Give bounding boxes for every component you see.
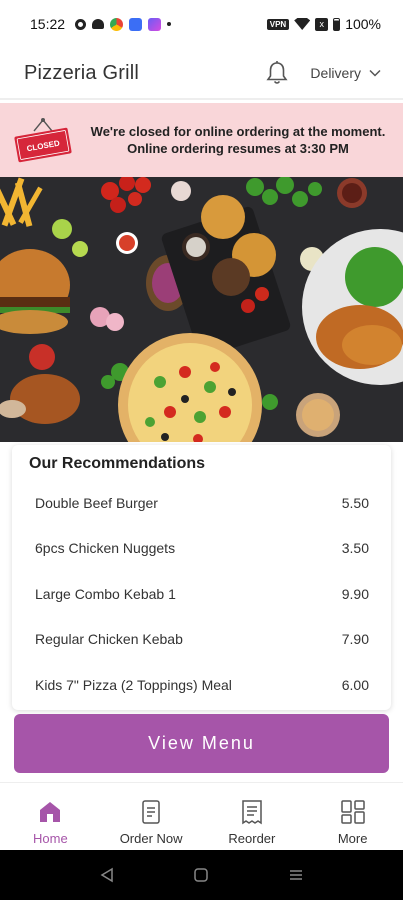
- battery-icon: [333, 17, 341, 31]
- list-item[interactable]: Regular Chicken Kebab 7.90: [12, 617, 391, 663]
- no-signal-icon: x: [315, 17, 329, 31]
- closed-message-line1: We're closed for online ordering at the …: [90, 124, 386, 139]
- list-item[interactable]: 6pcs Chicken Nuggets 3.50: [12, 526, 391, 572]
- closed-message-line2: Online ordering resumes at 3:30 PM: [127, 141, 349, 156]
- recommendations-title: Our Recommendations: [29, 455, 206, 472]
- closed-sign-icon: CLOSED: [14, 118, 72, 163]
- system-navigation-bar: [0, 850, 403, 900]
- list-item[interactable]: Kids 7" Pizza (2 Toppings) Meal 6.00: [12, 662, 391, 708]
- notification-icons: [75, 17, 172, 31]
- wifi-icon: [294, 18, 311, 30]
- back-icon[interactable]: [99, 867, 115, 883]
- recommendations-list: Double Beef Burger 5.50 6pcs Chicken Nug…: [12, 480, 391, 708]
- android-icon: [92, 19, 105, 29]
- bottom-navigation: Home Order Now Reorder More: [0, 782, 403, 850]
- delivery-mode-select[interactable]: Delivery: [310, 65, 381, 81]
- battery-level: 100%: [345, 16, 381, 32]
- nav-label-order-now: Order Now: [119, 831, 183, 846]
- chevron-down-icon: [369, 69, 381, 77]
- item-name: Kids 7" Pizza (2 Toppings) Meal: [35, 676, 232, 693]
- hero-food-image: [0, 177, 403, 442]
- nav-item-home[interactable]: Home: [0, 783, 101, 850]
- list-item[interactable]: Large Combo Kebab 1 9.90: [12, 571, 391, 617]
- recommendations-card: Our Recommendations Double Beef Burger 5…: [12, 445, 391, 710]
- item-price: 3.50: [341, 540, 369, 557]
- nav-item-reorder[interactable]: Reorder: [202, 783, 303, 850]
- home-icon: [40, 802, 61, 822]
- delivery-mode-label: Delivery: [310, 65, 361, 81]
- chrome-icon: [110, 17, 124, 31]
- nav-label-reorder: Reorder: [228, 831, 276, 846]
- item-price: 7.90: [341, 631, 369, 648]
- settings-icon: [75, 18, 87, 30]
- item-price: 5.50: [341, 494, 369, 511]
- closed-message: We're closed for online ordering at the …: [85, 123, 391, 157]
- system-status: VPN x 100%: [266, 16, 381, 32]
- grid-icon: [340, 800, 365, 824]
- nav-item-order-now[interactable]: Order Now: [101, 783, 202, 850]
- app-header: Pizzeria Grill Delivery: [0, 48, 403, 100]
- item-name: Regular Chicken Kebab: [35, 631, 183, 648]
- app-notification-icon: [129, 17, 143, 31]
- restaurant-name: Pizzeria Grill: [24, 61, 140, 84]
- more-notifications-icon: [167, 22, 172, 26]
- notification-bell-icon[interactable]: [264, 60, 290, 86]
- view-menu-button[interactable]: View Menu: [14, 714, 389, 773]
- vpn-icon: VPN: [266, 18, 290, 30]
- item-name: Double Beef Burger: [35, 494, 158, 511]
- nav-label-more: More: [337, 831, 368, 846]
- nav-label-home: Home: [33, 831, 68, 846]
- order-icon: [142, 800, 160, 824]
- home-button-icon[interactable]: [193, 867, 209, 883]
- messenger-icon: [148, 17, 162, 31]
- food-illustration: [0, 177, 403, 442]
- receipt-icon: [242, 800, 262, 825]
- closed-banner: CLOSED We're closed for online ordering …: [0, 103, 403, 177]
- nav-item-more[interactable]: More: [302, 783, 403, 850]
- recents-icon[interactable]: [288, 867, 304, 883]
- burger-left: [0, 249, 70, 334]
- item-name: 6pcs Chicken Nuggets: [35, 540, 176, 557]
- list-item[interactable]: Double Beef Burger 5.50: [12, 480, 391, 526]
- status-bar: 15:22 VPN x 100%: [0, 0, 403, 48]
- status-time: 15:22: [30, 16, 66, 32]
- item-price: 6.00: [341, 676, 369, 693]
- item-name: Large Combo Kebab 1: [35, 585, 176, 602]
- item-price: 9.90: [341, 585, 369, 602]
